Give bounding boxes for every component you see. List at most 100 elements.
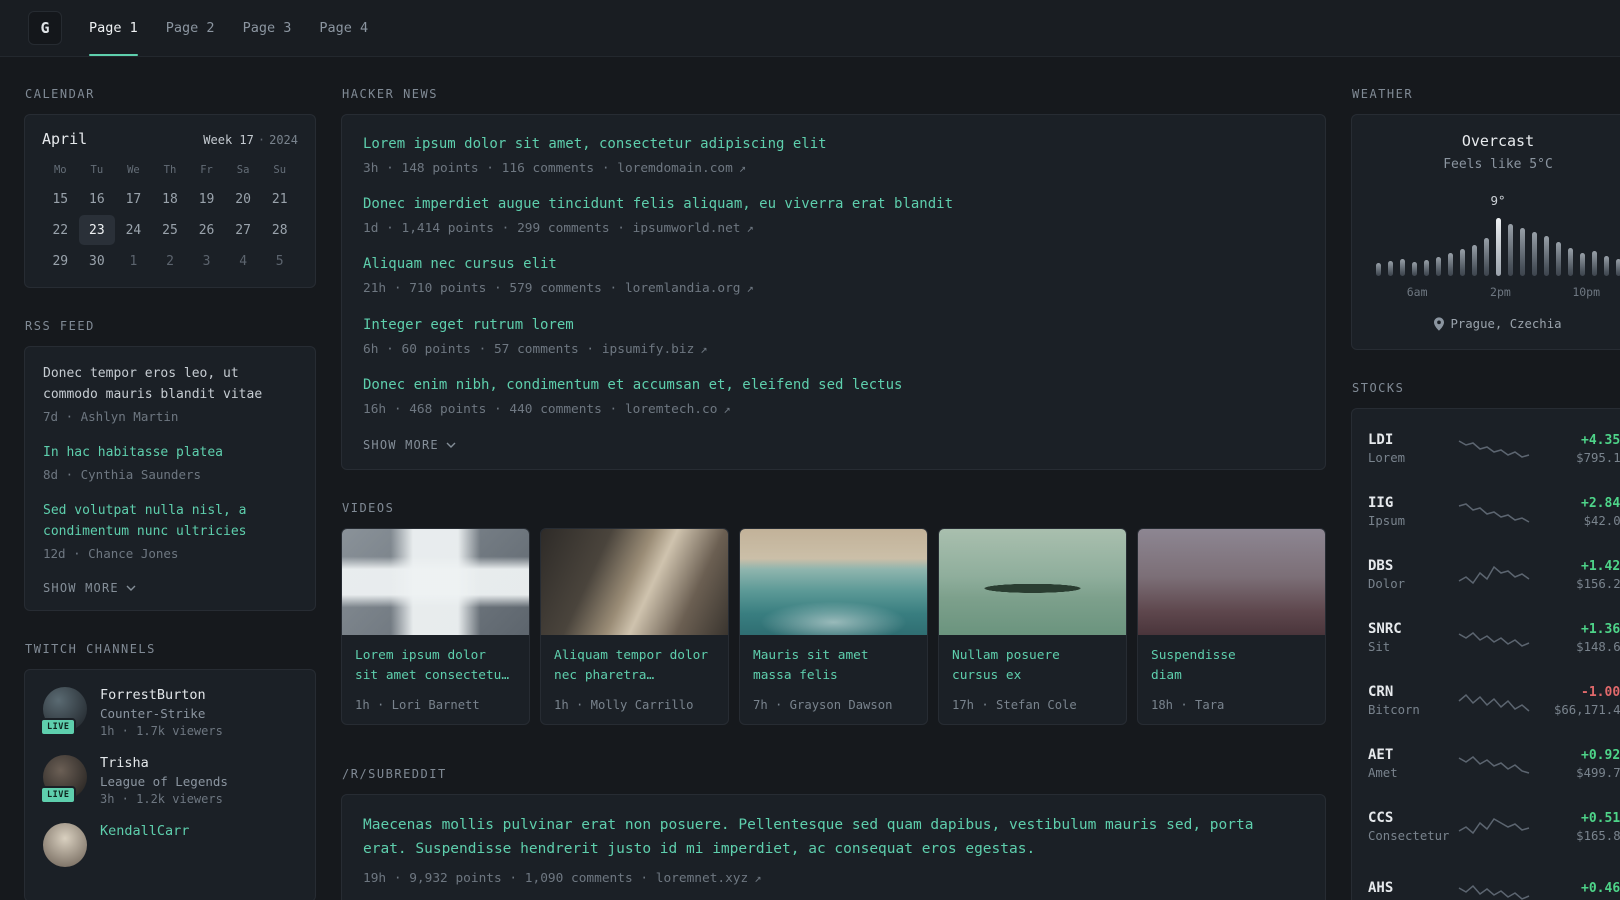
hn-meta-text: 21h · 710 points · 579 comments · loreml… <box>363 281 741 297</box>
stock-values: +1.36% $148.64 <box>1532 622 1620 654</box>
hn-item-link[interactable]: Donec enim nibh, condimentum et accumsan… <box>363 375 1304 396</box>
time-label: 2pm <box>1490 285 1511 299</box>
weekday-label: Fr <box>200 164 213 176</box>
tab-page-1[interactable]: Page 1 <box>89 0 138 56</box>
weekday-label: We <box>127 164 140 176</box>
stock-name: Consectetur <box>1368 829 1450 843</box>
stock-change: +4.35% <box>1581 432 1620 448</box>
stock-sparkline <box>1456 561 1532 589</box>
weather-bar <box>1507 224 1513 276</box>
twitch-channel-row[interactable]: LIVE ForrestBurton Counter-Strike 1h · 1… <box>40 687 297 738</box>
weather-bar <box>1411 262 1417 276</box>
hn-item: Lorem ipsum dolor sit amet, consectetur … <box>363 134 1304 178</box>
hn-item-meta: 16h · 468 points · 440 comments · loremt… <box>363 400 1304 419</box>
stock-row[interactable]: CCS Consectetur +0.51% $165.84 <box>1368 795 1620 858</box>
weather-bar <box>1519 228 1525 276</box>
rss-item-meta: 7d · Ashlyn Martin <box>43 409 179 425</box>
hn-item-link[interactable]: Aliquam nec cursus elit <box>363 254 1304 275</box>
tab-page-2[interactable]: Page 2 <box>166 0 215 56</box>
stock-row[interactable]: AHS +0.46% <box>1368 858 1620 900</box>
hackernews-section-title: HACKER NEWS <box>342 87 438 101</box>
weather-time-labels: 6am 2pm 10pm <box>1376 285 1620 300</box>
left-column: CALENDAR April Week 17 · 2024 Mo Tu We Th … <box>24 87 316 900</box>
stock-price: $148.64 <box>1576 639 1620 654</box>
subreddit-section-title: /R/SUBREDDIT <box>342 766 447 781</box>
video-card-body: Aliquam tempor dolor nec pharetra… 1h · … <box>541 635 728 724</box>
calendar-day: 17 <box>125 191 142 207</box>
stock-row[interactable]: DBS Dolor +1.42% $156.28 <box>1368 543 1620 606</box>
rss-item-meta: 8d · Cynthia Saunders <box>43 466 202 482</box>
stock-ticker: DBS <box>1368 558 1394 574</box>
video-card[interactable]: Lorem ipsum dolor sit amet consectetu… 1… <box>341 527 530 725</box>
stock-id: CCS Consectetur <box>1368 810 1456 843</box>
weather-bar <box>1495 218 1501 276</box>
stock-row[interactable]: CRN Bitcorn -1.00% $66,171.48 <box>1368 669 1620 732</box>
channel-info: Trisha League of Legends 3h · 1.2k viewe… <box>100 755 228 806</box>
stock-row[interactable]: AET Amet +0.92% $499.72 <box>1368 732 1620 795</box>
video-card[interactable]: Nullam posuere cursus ex 17h · Stefan Co… <box>938 527 1127 725</box>
stock-sparkline <box>1456 498 1532 526</box>
channel-avatar-wrap: LIVE <box>40 755 87 805</box>
weather-bar <box>1483 238 1489 276</box>
weather-bar <box>1447 253 1453 276</box>
hn-item-link[interactable]: Lorem ipsum dolor sit amet, consectetur … <box>363 134 1304 155</box>
video-thumbnail <box>740 528 927 635</box>
twitch-channel-row[interactable]: LIVE Trisha League of Legends 3h · 1.2k … <box>40 755 297 806</box>
twitch-channel-row[interactable]: KendallCarr <box>43 823 297 868</box>
hackernews-widget: Lorem ipsum dolor sit amet, consectetur … <box>341 114 1326 470</box>
hn-item-link[interactable]: Integer eget rutrum lorem <box>363 315 1304 336</box>
tab-page-3[interactable]: Page 3 <box>243 0 292 56</box>
weekday-label: Su <box>273 164 287 176</box>
calendar-day: 24 <box>125 222 142 238</box>
stock-ticker: CRN <box>1368 684 1394 700</box>
video-meta: 18h · Tara <box>1151 697 1225 712</box>
stock-values: +1.42% $156.28 <box>1532 559 1620 591</box>
stock-name: Bitcorn <box>1368 703 1420 717</box>
hn-item-link[interactable]: Donec imperdiet augue tincidunt felis al… <box>363 194 1304 215</box>
calendar-section: CALENDAR April Week 17 · 2024 Mo Tu We Th … <box>24 87 316 288</box>
stock-price: $499.72 <box>1576 765 1620 780</box>
app-logo[interactable]: G <box>28 11 62 45</box>
calendar-header: April Week 17 · 2024 <box>42 130 298 148</box>
tab-page-4[interactable]: Page 4 <box>319 0 368 56</box>
video-thumbnail <box>541 528 728 635</box>
stock-price: $42.04 <box>1583 513 1620 528</box>
rss-item-link[interactable]: Donec tempor eros leo, ut commodo mauris… <box>43 363 297 405</box>
channel-info: KendallCarr <box>100 823 189 839</box>
video-card[interactable]: Suspendisse diam 18h · Tara <box>1137 527 1326 725</box>
subreddit-post-link[interactable]: Maecenas mollis pulvinar erat non posuer… <box>363 814 1304 862</box>
external-link-icon: ↗ <box>754 870 762 885</box>
channel-avatar-wrap: LIVE <box>40 687 87 737</box>
video-card[interactable]: Aliquam tempor dolor nec pharetra… 1h · … <box>540 527 729 725</box>
weather-bar <box>1399 259 1405 276</box>
weather-bar <box>1459 249 1465 276</box>
weather-bar <box>1603 256 1609 276</box>
stock-row[interactable]: SNRC Sit +1.36% $148.64 <box>1368 606 1620 669</box>
chevron-down-icon <box>126 585 136 592</box>
weather-bar <box>1387 261 1393 276</box>
calendar-day: 22 <box>52 222 69 238</box>
hn-item-meta: 6h · 60 points · 57 comments · ipsumify.… <box>363 340 1304 359</box>
stock-id: LDI Lorem <box>1368 432 1456 465</box>
hn-show-more-button[interactable]: SHOW MORE <box>363 435 456 452</box>
weather-feels-like: Feels like 5°C <box>1443 157 1553 172</box>
video-card[interactable]: Mauris sit amet massa felis 7h · Grayson… <box>739 527 928 725</box>
weather-bar <box>1615 259 1620 276</box>
stock-sparkline <box>1456 876 1532 900</box>
stock-row[interactable]: IIG Ipsum +2.84% $42.04 <box>1368 480 1620 543</box>
rss-item-link[interactable]: Sed volutpat nulla nisl, a condimentum n… <box>43 500 297 542</box>
hn-item: Aliquam nec cursus elit 21h · 710 points… <box>363 254 1304 298</box>
channel-name: KendallCarr <box>100 823 190 840</box>
twitch-widget: LIVE ForrestBurton Counter-Strike 1h · 1… <box>24 669 316 900</box>
stock-sparkline <box>1456 750 1532 778</box>
calendar-month: April <box>42 130 88 148</box>
weather-bar <box>1543 236 1549 276</box>
weather-bar <box>1375 263 1381 276</box>
subreddit-widget: Maecenas mollis pulvinar erat non posuer… <box>341 793 1326 900</box>
rss-show-more-button[interactable]: SHOW MORE <box>43 578 136 595</box>
rss-item-link[interactable]: In hac habitasse platea <box>43 442 297 463</box>
weather-bar <box>1423 260 1429 276</box>
calendar-day: 21 <box>271 191 288 207</box>
weather-bar <box>1567 248 1573 276</box>
stock-row[interactable]: LDI Lorem +4.35% $795.18 <box>1368 417 1620 480</box>
